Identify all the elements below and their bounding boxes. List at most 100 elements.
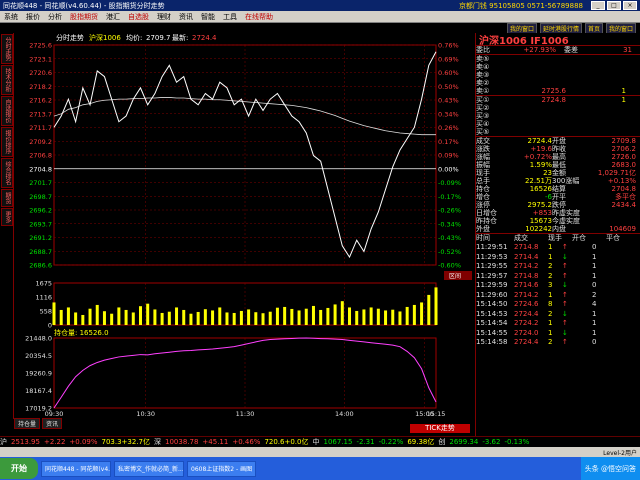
- tab-technical[interactable]: 技术分析: [1, 65, 13, 95]
- trade-direction-icon: ↑: [562, 300, 568, 309]
- trade-price: 2714.8: [514, 271, 539, 280]
- menu-item-finance[interactable]: 理财: [153, 12, 175, 22]
- volume-bar: [232, 312, 236, 325]
- maximize-button[interactable]: □: [607, 1, 621, 10]
- menu-item-system[interactable]: 系统: [0, 12, 22, 22]
- trade-close: 1: [592, 319, 597, 328]
- oi-tick-label: 18167.4: [25, 387, 52, 395]
- index-status-item: 2513.95: [11, 438, 40, 446]
- volume-bar: [225, 312, 229, 325]
- volume-bar: [254, 312, 258, 325]
- window-title: 同花顺448 - 同花顺(v4.60.44) - 股指期货分时走势: [3, 1, 165, 10]
- minimize-button[interactable]: _: [591, 1, 605, 10]
- menu-item-info[interactable]: 资讯: [175, 12, 197, 22]
- pct-tick-label: 0.43%: [438, 97, 459, 105]
- volume-bar: [203, 309, 207, 325]
- price-tick-label: 2701.7: [29, 179, 52, 187]
- pct-tick-label: 0.50%: [438, 83, 459, 91]
- menu-item-watchlist[interactable]: 自选股: [124, 12, 153, 22]
- taskbar-item-blog[interactable]: 私密博文_作就必简_新...: [114, 460, 184, 477]
- taskbar-item-paint[interactable]: 0608上证指数2 - 画图: [187, 460, 257, 477]
- trade-close: 1: [592, 252, 597, 261]
- time-tick-label: 14:00: [335, 410, 354, 418]
- quote-stats: 成交 2724.4 开盘 2709.8 涨跌 +19.6 昨收 2706.2 涨幅 +0.72% 最…: [476, 136, 640, 233]
- volume-bar: [146, 303, 150, 325]
- trade-volume: 3: [548, 281, 553, 290]
- index-status-item: 1067.15: [323, 438, 353, 446]
- trade-direction-icon: ↑: [562, 319, 568, 328]
- menu-item-hk[interactable]: 港汇: [102, 12, 124, 22]
- tick-chart-button[interactable]: TICK走势: [410, 424, 470, 433]
- tab-news[interactable]: 资讯: [42, 418, 63, 429]
- nav-my-window-2[interactable]: 我的窗口: [605, 22, 636, 34]
- price-tick-label: 2709.2: [29, 138, 52, 146]
- trade-time: 15:14:54: [476, 319, 508, 328]
- weicha-value: 31: [623, 46, 632, 54]
- pct-tick-label: -0.60%: [438, 262, 461, 270]
- trade-time: 11:29:57: [476, 271, 508, 280]
- menu-bar: 系统 报价 分析 股指期货 港汇 自选股 理财 资讯 智能 工具 在线帮助: [0, 11, 640, 23]
- index-status-item: 2699.34: [449, 438, 479, 446]
- system-tray: 头条 @悟空问答: [580, 457, 640, 480]
- volume-bar: [52, 302, 56, 325]
- price-tick-label: 2718.2: [29, 83, 52, 91]
- volume-bar: [167, 311, 171, 325]
- trade-row: 11:29:57 2714.8 2 ↑ 1: [476, 271, 640, 281]
- trade-close: 0: [592, 243, 597, 252]
- order-volume: 1: [621, 87, 626, 95]
- bottom-tabs: 持仓量 资讯: [14, 418, 474, 429]
- zoom-button[interactable]: 区间: [449, 272, 461, 280]
- volume-bar: [355, 310, 359, 325]
- tab-sort[interactable]: 报价排序: [1, 127, 13, 157]
- menu-item-quote[interactable]: 报价: [22, 12, 44, 22]
- taskbar-item-ths[interactable]: 同花顺448 - 同花顺(v4...: [41, 460, 111, 477]
- menu-item-analysis[interactable]: 分析: [44, 12, 66, 22]
- close-button[interactable]: ×: [623, 1, 637, 10]
- index-status-item: 69.38亿: [407, 438, 435, 446]
- stat-value: +853: [532, 209, 552, 217]
- trade-price: 2714.2: [514, 262, 539, 271]
- index-status-item: -3.62: [482, 438, 501, 446]
- tab-ranking[interactable]: 综合排名: [1, 158, 13, 188]
- volume-bar: [66, 307, 70, 325]
- stat-value: +19.6: [530, 145, 552, 153]
- weibi-row: 委比 +27.93% 委差 31: [476, 46, 640, 54]
- menu-item-help[interactable]: 在线帮助: [241, 12, 277, 22]
- volume-bar: [297, 310, 301, 325]
- trade-time: 11:29:59: [476, 281, 508, 290]
- volume-bar: [59, 309, 63, 325]
- volume-tick-label: 1675: [35, 280, 52, 288]
- volume-bar: [275, 307, 279, 325]
- trade-row: 11:29:59 2714.6 3 ↓ 0: [476, 281, 640, 291]
- tab-open-interest[interactable]: 持仓量: [14, 418, 41, 429]
- volume-bar: [427, 294, 431, 325]
- volume-bar: [384, 310, 388, 325]
- tab-more[interactable]: 更多: [1, 208, 13, 226]
- volume-bar: [160, 312, 164, 325]
- volume-bar: [74, 312, 78, 325]
- tab-watchlist[interactable]: 自选报价: [1, 96, 13, 126]
- trade-row: 11:29:55 2714.2 2 ↑ 1: [476, 262, 640, 272]
- volume-bar: [211, 310, 215, 325]
- price-tick-label: 2688.7: [29, 248, 52, 256]
- menu-item-tools[interactable]: 工具: [219, 12, 241, 22]
- trade-direction-icon: ↑: [562, 338, 568, 347]
- footer-bar: Level-2用户: [0, 447, 640, 457]
- menu-item-futures[interactable]: 股指期货: [66, 12, 102, 22]
- start-button[interactable]: 开始: [0, 458, 38, 479]
- intraday-chart[interactable]: 分时走势 沪深1006 均价: 2709.7 最新: 2724.4 2725.6…: [14, 33, 474, 419]
- stat-value: 2726.0: [611, 153, 637, 161]
- trade-time: 15:14:50: [476, 300, 508, 309]
- tab-futures[interactable]: 期货: [1, 189, 13, 207]
- volume-bar: [153, 309, 157, 325]
- stat-value: 1.59%: [529, 161, 552, 169]
- nav-home[interactable]: 首页: [584, 22, 603, 34]
- trade-volume: 2: [548, 309, 553, 318]
- oi-tick-label: 21448.0: [25, 335, 52, 343]
- menu-item-smart[interactable]: 智能: [197, 12, 219, 22]
- pct-tick-label: 0.00%: [438, 165, 459, 173]
- tab-intraday[interactable]: 分时走势: [1, 34, 13, 64]
- stat-row: 外盘 102242 内盘 104609: [476, 225, 640, 233]
- time-tick-label: 15:15: [427, 410, 446, 418]
- stat-value: 15673: [529, 217, 552, 225]
